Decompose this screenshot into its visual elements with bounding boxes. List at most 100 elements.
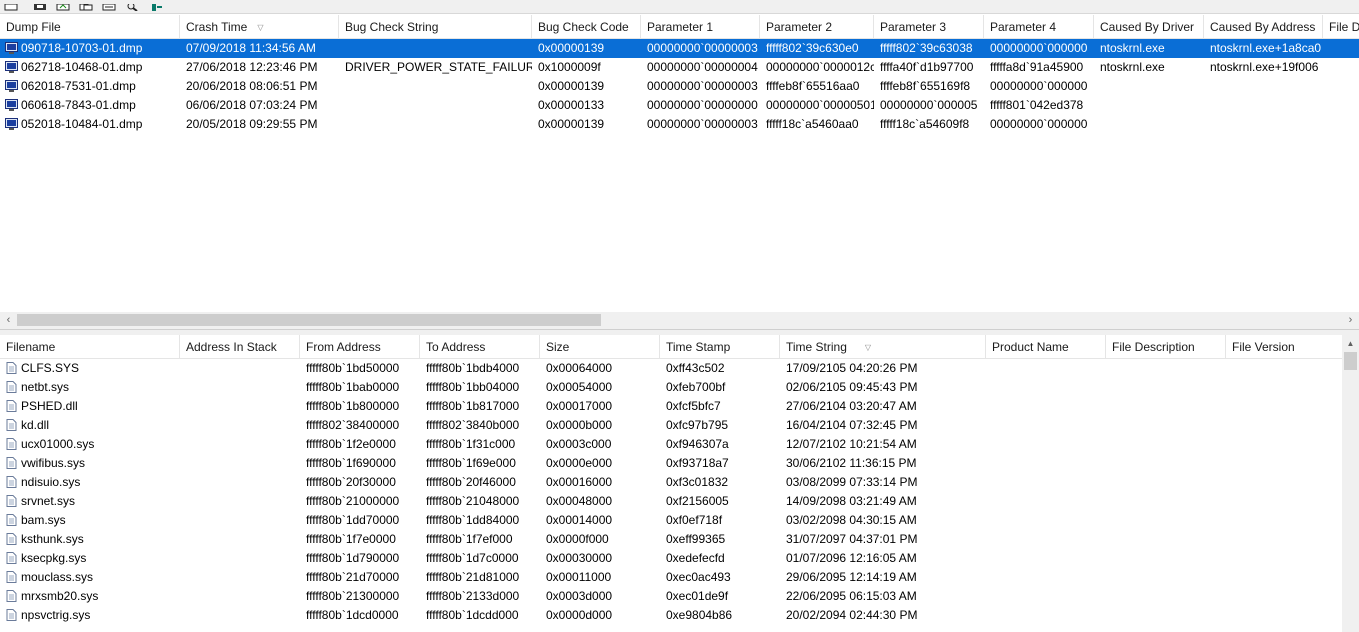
column-header-caused-by-driver[interactable]: Caused By Driver	[1094, 15, 1204, 39]
table-cell: DRIVER_POWER_STATE_FAILURE	[339, 58, 532, 77]
column-label: Caused By Driver	[1100, 20, 1195, 34]
vertical-scrollbar[interactable]: ▲	[1342, 335, 1359, 632]
cell-text: 0x00000139	[538, 41, 605, 55]
table-cell: 0xf93718a7	[660, 454, 780, 473]
column-header-address-in-stack[interactable]: Address In Stack	[180, 335, 300, 359]
copy-icon[interactable]	[79, 0, 93, 11]
find-icon[interactable]	[126, 0, 140, 12]
column-header-filename[interactable]: Filename	[0, 335, 180, 359]
table-cell	[1226, 473, 1346, 492]
scroll-up-icon[interactable]: ▲	[1342, 335, 1359, 352]
driver-row[interactable]: vwifibus.sys fffff80b`1f690000 fffff80b`1f…	[0, 454, 1359, 473]
new-icon[interactable]	[4, 0, 18, 11]
crash-row[interactable]: 090718-10703-01.dmp 07/09/2018 11:34:56 A…	[0, 39, 1359, 58]
driver-row[interactable]: PSHED.dll fffff80b`1b800000 fffff80b`1b817…	[0, 397, 1359, 416]
column-header-size[interactable]: Size	[540, 335, 660, 359]
cell-text: fffff802`38400000	[306, 418, 400, 432]
table-cell: 00000000`00000003	[641, 39, 760, 58]
driver-row[interactable]: ksthunk.sys fffff80b`1f7e0000 fffff80b`1f7…	[0, 530, 1359, 549]
cell-text: fffffa8d`91a45900	[990, 60, 1084, 74]
table-cell: 0x00064000	[540, 359, 660, 378]
driver-row[interactable]: mrxsmb20.sys fffff80b`21300000 fffff80b`21…	[0, 587, 1359, 606]
table-cell: 00000000`000000	[984, 39, 1094, 58]
column-header-parameter-3[interactable]: Parameter 3	[874, 15, 984, 39]
column-header-caused-by-address[interactable]: Caused By Address	[1204, 15, 1323, 39]
driver-row[interactable]: netbt.sys fffff80b`1bab0000 fffff80b`1bb04…	[0, 378, 1359, 397]
column-header-bug-check-code[interactable]: Bug Check Code	[532, 15, 641, 39]
scroll-right-icon[interactable]: ›	[1342, 312, 1359, 329]
table-cell	[1226, 549, 1346, 568]
table-cell: 0xf3c01832	[660, 473, 780, 492]
table-cell: 00000000`00000004	[641, 58, 760, 77]
driver-row[interactable]: mouclass.sys fffff80b`21d70000 fffff80b`21…	[0, 568, 1359, 587]
cell-text: 29/06/2095 12:14:19 AM	[786, 570, 917, 584]
crash-row[interactable]: 062018-7531-01.dmp 20/06/2018 08:06:51 PM…	[0, 77, 1359, 96]
column-header-to-address[interactable]: To Address	[420, 335, 540, 359]
table-cell: fffff80b`1bdb4000	[420, 359, 540, 378]
table-cell	[1106, 397, 1226, 416]
cell-text: npsvctrig.sys	[21, 608, 91, 622]
table-cell: 0x0000f000	[540, 530, 660, 549]
table-cell: ntoskrnl.exe+1a8ca0	[1204, 39, 1323, 58]
scrollbar-thumb[interactable]	[1344, 352, 1357, 370]
driver-row[interactable]: bam.sys fffff80b`1dd70000 fffff80b`1dd8400…	[0, 511, 1359, 530]
column-header-bug-check-string[interactable]: Bug Check String	[339, 15, 532, 39]
column-header-product-name[interactable]: Product Name	[986, 335, 1106, 359]
horizontal-scrollbar[interactable]: ‹ ›	[0, 312, 1359, 329]
driver-file-icon	[5, 475, 18, 488]
cell-text: 0x00064000	[546, 361, 613, 375]
driver-row[interactable]: ksecpkg.sys fffff80b`1d790000 fffff80b`1d7…	[0, 549, 1359, 568]
scrollbar-thumb[interactable]	[17, 314, 601, 326]
properties-icon[interactable]	[102, 0, 116, 11]
driver-row[interactable]: npsvctrig.sys fffff80b`1dcd0000 fffff80b`1…	[0, 606, 1359, 625]
table-cell	[180, 397, 300, 416]
column-header-file-description[interactable]: File Description	[1106, 335, 1226, 359]
column-header-time-string[interactable]: Time String ▽	[780, 335, 986, 359]
cell-text: fffff80b`1f7ef000	[426, 532, 513, 546]
table-cell: 0x00000133	[532, 96, 641, 115]
cell-text: fffff80b`2133d000	[426, 589, 520, 603]
driver-row[interactable]: ucx01000.sys fffff80b`1f2e0000 fffff80b`1f…	[0, 435, 1359, 454]
cell-text: 27/06/2018 12:23:46 PM	[186, 60, 318, 74]
exit-icon[interactable]	[150, 0, 164, 11]
crash-row[interactable]: 052018-10484-01.dmp 20/05/2018 09:29:55 P…	[0, 115, 1359, 134]
column-header-file-description[interactable]: File D	[1323, 15, 1359, 39]
table-cell: 01/07/2096 12:16:05 AM	[780, 549, 986, 568]
table-cell	[1323, 115, 1359, 134]
table-cell: fffff80b`20f46000	[420, 473, 540, 492]
column-header-dump-file[interactable]: Dump File	[0, 15, 180, 39]
driver-row[interactable]: srvnet.sys fffff80b`21000000 fffff80b`2104…	[0, 492, 1359, 511]
table-cell: fffff80b`21d70000	[300, 568, 420, 587]
driver-row[interactable]: ndisuio.sys fffff80b`20f30000 fffff80b`20f…	[0, 473, 1359, 492]
crash-row[interactable]: 060618-7843-01.dmp 06/06/2018 07:03:24 PM…	[0, 96, 1359, 115]
table-cell: ksecpkg.sys	[0, 549, 180, 568]
driver-row[interactable]: CLFS.SYS fffff80b`1bd50000 fffff80b`1bdb40…	[0, 359, 1359, 378]
column-header-parameter-1[interactable]: Parameter 1	[641, 15, 760, 39]
crash-row[interactable]: 062718-10468-01.dmp 27/06/2018 12:23:46 P…	[0, 58, 1359, 77]
driver-list[interactable]: Filename Address In Stack From Address T…	[0, 335, 1359, 632]
column-header-time-stamp[interactable]: Time Stamp	[660, 335, 780, 359]
cell-text: 00000000`000000	[990, 41, 1088, 55]
driver-file-icon	[5, 608, 18, 621]
table-cell	[1106, 587, 1226, 606]
crash-dump-list[interactable]: Dump File Crash Time ▽ Bug Check String B…	[0, 15, 1359, 330]
refresh-icon[interactable]	[56, 0, 70, 11]
table-cell	[180, 587, 300, 606]
table-cell	[986, 454, 1106, 473]
column-header-file-version[interactable]: File Version	[1226, 335, 1342, 359]
table-cell: fffff80b`1f690000	[300, 454, 420, 473]
column-header-from-address[interactable]: From Address	[300, 335, 420, 359]
driver-row[interactable]: kd.dll fffff802`38400000 fffff802`3840b000…	[0, 416, 1359, 435]
scroll-left-icon[interactable]: ‹	[0, 312, 17, 329]
column-header-parameter-4[interactable]: Parameter 4	[984, 15, 1094, 39]
save-icon[interactable]	[33, 0, 47, 10]
column-header-crash-time[interactable]: Crash Time ▽	[180, 15, 339, 39]
cell-text: ntoskrnl.exe+1a8ca0	[1210, 41, 1322, 55]
table-cell	[180, 473, 300, 492]
crash-list-header: Dump File Crash Time ▽ Bug Check String B…	[0, 15, 1359, 39]
cell-text: 00000000`000000	[990, 79, 1088, 93]
column-header-parameter-2[interactable]: Parameter 2	[760, 15, 874, 39]
table-cell: fffff802`39c630e0	[760, 39, 874, 58]
cell-text: 0x00054000	[546, 380, 613, 394]
cell-text: fffff802`39c630e0	[766, 41, 859, 55]
